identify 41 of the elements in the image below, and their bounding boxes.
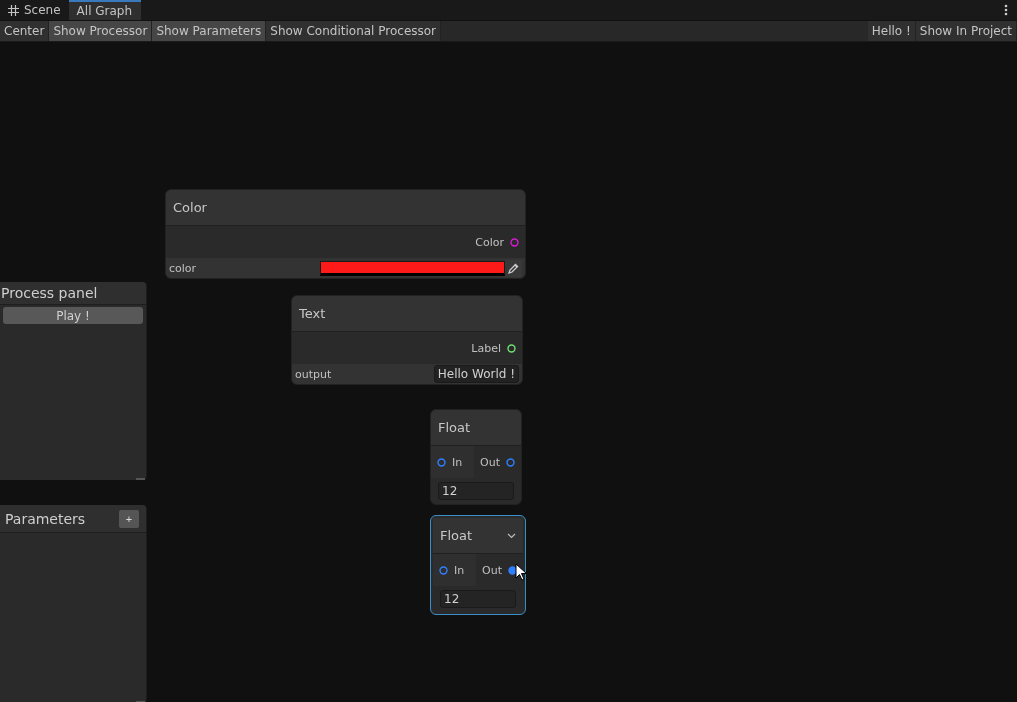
panel-title: Process panel bbox=[0, 285, 99, 301]
port-label: Out bbox=[482, 563, 502, 577]
port-label: In bbox=[454, 563, 465, 577]
port-icon[interactable] bbox=[506, 457, 515, 467]
field-label: color bbox=[169, 261, 198, 275]
graph-node[interactable]: Color Color color bbox=[165, 189, 526, 279]
graph-node[interactable]: Float In Out 12 bbox=[430, 409, 522, 505]
tab[interactable]: All Graph bbox=[68, 0, 141, 20]
add-button[interactable]: + bbox=[119, 509, 139, 528]
panel-title: Parameters bbox=[4, 510, 87, 527]
node-title: Text bbox=[299, 306, 327, 321]
port-icon[interactable] bbox=[439, 565, 448, 575]
grid-icon bbox=[8, 4, 19, 16]
port-label: Out bbox=[480, 455, 500, 469]
chevron-down-icon bbox=[507, 532, 516, 539]
toolbar-button[interactable]: Show Conditional Processor bbox=[266, 21, 442, 41]
eyedropper-button[interactable] bbox=[505, 259, 522, 277]
text-field[interactable]: Hello World ! bbox=[433, 365, 519, 383]
port-label: Label bbox=[471, 341, 501, 355]
toolbar-button[interactable]: Center bbox=[0, 21, 50, 41]
play-button[interactable]: Play ! bbox=[3, 307, 143, 324]
node-title: Float bbox=[440, 528, 474, 543]
toolbar-button[interactable]: Show In Project bbox=[915, 21, 1017, 41]
toolbar-button[interactable]: Show Parameters bbox=[152, 21, 267, 41]
node-title: Float bbox=[438, 420, 472, 435]
more-options-icon[interactable] bbox=[1004, 4, 1008, 16]
color-field[interactable] bbox=[320, 260, 505, 276]
graph-node[interactable]: Float In Out 12 bbox=[430, 515, 526, 615]
graph-node[interactable]: Text Label output Hello World ! bbox=[291, 295, 523, 385]
number-field[interactable]: 12 bbox=[438, 482, 514, 500]
mouse-pointer-icon bbox=[515, 563, 527, 581]
resize-handle[interactable] bbox=[136, 478, 145, 480]
port-icon[interactable] bbox=[437, 457, 446, 467]
node-title: Color bbox=[173, 200, 208, 215]
number-field[interactable]: 12 bbox=[440, 590, 516, 608]
port-label: Color bbox=[475, 235, 504, 249]
field-label: output bbox=[295, 367, 333, 381]
toolbar-button[interactable]: Hello ! bbox=[867, 21, 916, 41]
port-icon[interactable] bbox=[507, 343, 516, 353]
toolbar-button[interactable]: Show Processor bbox=[49, 21, 153, 41]
port-label: In bbox=[452, 455, 463, 469]
